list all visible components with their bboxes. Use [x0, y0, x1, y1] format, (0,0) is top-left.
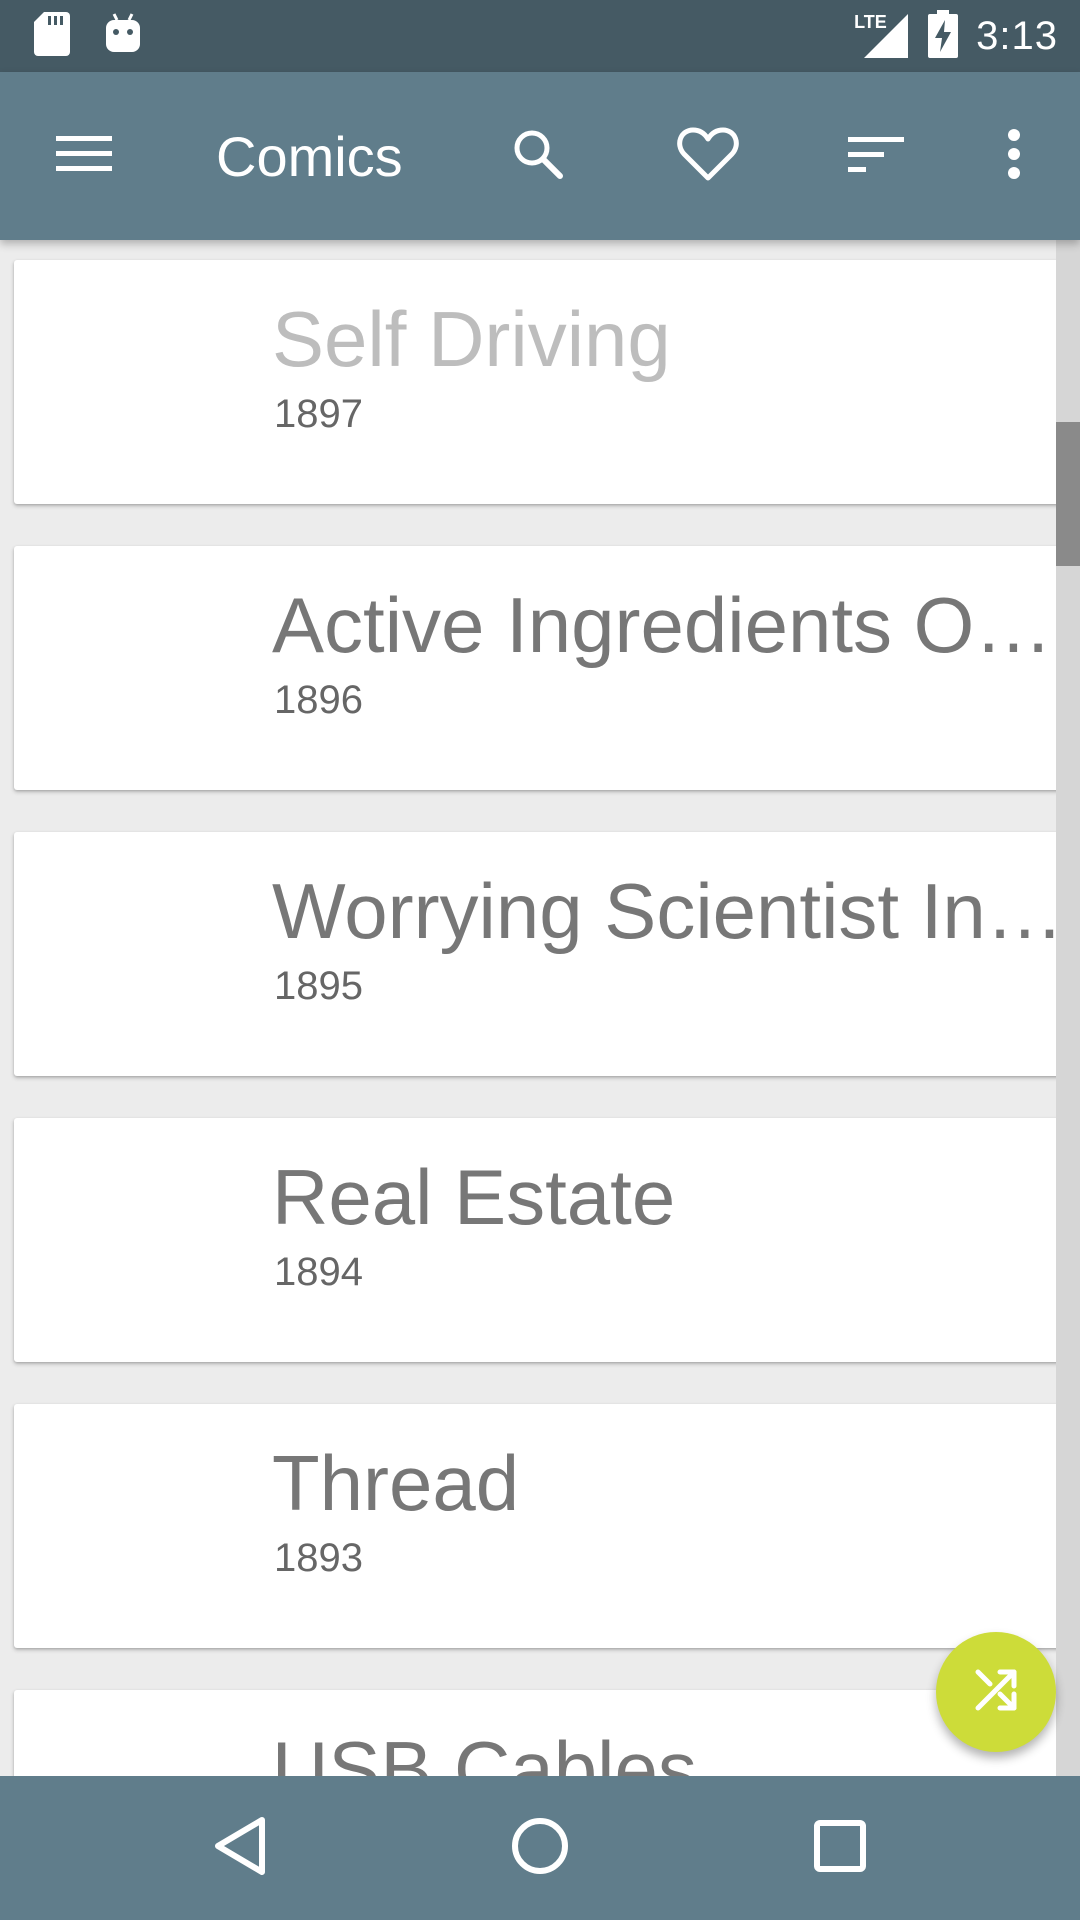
comic-number: 1894 — [274, 1250, 363, 1294]
clock: 3:13 — [976, 13, 1058, 58]
comic-title: Real Estate — [272, 1153, 676, 1241]
favorite-icon — [677, 126, 739, 187]
favorites-button[interactable] — [664, 116, 752, 196]
comic-title: Thread — [272, 1439, 520, 1527]
sd-card-icon — [34, 12, 70, 61]
more-vert-icon — [1006, 128, 1022, 185]
comic-title: USB Cables — [272, 1725, 697, 1776]
comic-title: Self Driving — [272, 295, 671, 383]
comic-number: 1896 — [274, 678, 363, 722]
list-item[interactable]: USB Cables — [14, 1690, 1065, 1776]
overflow-menu-button[interactable] — [970, 116, 1058, 196]
comic-title: Active Ingredients O… — [272, 581, 1053, 669]
lte-signal-icon: LTE — [854, 12, 910, 60]
sort-icon — [848, 134, 904, 179]
search-icon — [510, 126, 566, 187]
back-button[interactable] — [180, 1798, 300, 1898]
sort-button[interactable] — [832, 116, 920, 196]
comic-list[interactable]: Self Driving 1897 Active Ingredients O… … — [0, 240, 1080, 1776]
list-item[interactable]: Real Estate 1894 — [14, 1118, 1065, 1362]
scrollbar-thumb[interactable] — [1056, 422, 1080, 566]
back-icon — [212, 1816, 268, 1881]
comic-number: 1897 — [274, 392, 363, 436]
home-button[interactable] — [480, 1798, 600, 1898]
comic-title: Worrying Scientist In… — [272, 867, 1064, 955]
battery-charging-icon — [928, 9, 959, 63]
search-button[interactable] — [494, 116, 582, 196]
app-bar: Comics — [0, 72, 1080, 240]
page-title: Comics — [216, 125, 403, 188]
comic-number: 1893 — [274, 1536, 363, 1580]
menu-button[interactable] — [40, 116, 128, 196]
android-icon — [104, 12, 142, 61]
list-item[interactable]: Self Driving 1897 — [14, 260, 1065, 504]
random-comic-button[interactable] — [936, 1632, 1056, 1752]
list-item[interactable]: Active Ingredients O… 1896 — [14, 546, 1065, 790]
navigation-bar — [0, 1776, 1080, 1920]
status-bar: LTE 3:13 — [0, 0, 1080, 72]
list-item[interactable]: Worrying Scientist In… 1895 — [14, 832, 1065, 1076]
shuffle-icon — [972, 1666, 1020, 1719]
menu-icon — [56, 134, 112, 179]
recents-button[interactable] — [780, 1798, 900, 1898]
comic-number: 1895 — [274, 964, 363, 1008]
home-icon — [510, 1816, 570, 1881]
list-item[interactable]: Thread 1893 — [14, 1404, 1065, 1648]
recents-icon — [813, 1819, 867, 1878]
